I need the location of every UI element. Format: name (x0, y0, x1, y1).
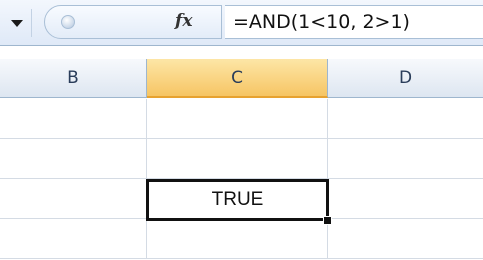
grid-row (0, 99, 483, 139)
cell-b2[interactable] (0, 139, 147, 179)
cell-c1[interactable] (147, 99, 328, 139)
insert-function-icon[interactable]: fx (175, 11, 192, 31)
formula-bar-splitter-handle[interactable] (61, 15, 75, 29)
cell-d3[interactable] (328, 179, 483, 219)
cell-d1[interactable] (328, 99, 483, 139)
cell-d2[interactable] (328, 139, 483, 179)
cell-b1[interactable] (0, 99, 147, 139)
cell-c2[interactable] (147, 139, 328, 179)
fill-handle[interactable] (323, 216, 332, 225)
grid-row (0, 219, 483, 259)
grid-row (0, 139, 483, 179)
column-header-b[interactable]: B (0, 59, 147, 98)
formula-input[interactable]: =AND(1<10, 2>1) (225, 5, 483, 39)
active-cell[interactable]: TRUE (146, 179, 329, 221)
cell-b4[interactable] (0, 219, 147, 259)
column-header-c[interactable]: C (147, 59, 328, 98)
spreadsheet-window: fx =AND(1<10, 2>1) B C D TRUE (0, 0, 483, 260)
chevron-down-icon (11, 19, 23, 27)
name-box-dropdown[interactable] (3, 9, 32, 37)
cell-grid: TRUE (0, 99, 483, 260)
cell-b3[interactable] (0, 179, 147, 219)
formula-bar: fx =AND(1<10, 2>1) (0, 0, 483, 46)
column-headers: B C D (0, 59, 483, 99)
cell-d4[interactable] (328, 219, 483, 259)
formula-bar-controls: fx (44, 5, 222, 39)
column-header-d[interactable]: D (328, 59, 483, 98)
cell-c4[interactable] (147, 219, 328, 259)
